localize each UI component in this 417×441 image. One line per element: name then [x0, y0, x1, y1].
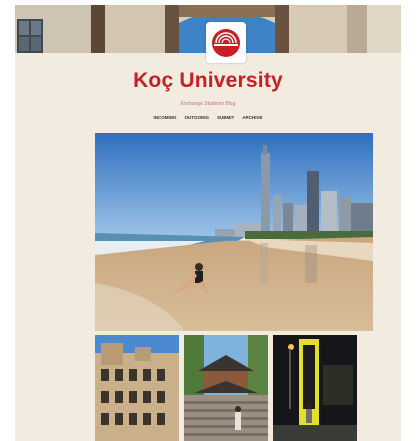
thumbnail-photo-1[interactable]	[95, 335, 179, 441]
thumbnail-photo-3[interactable]	[273, 335, 357, 441]
main-nav: INCOMING OUTGOING SUBMIT ARCHIVE	[15, 115, 401, 120]
shell-logo-icon	[212, 29, 240, 57]
site-subtitle: Exchange Students Blog	[180, 101, 236, 107]
featured-post-photo[interactable]	[95, 133, 373, 331]
site-title[interactable]: Koç University	[15, 69, 401, 93]
university-logo[interactable]	[206, 22, 246, 63]
nav-item-archive[interactable]: ARCHIVE	[242, 115, 262, 120]
nav-item-incoming[interactable]: INCOMING	[153, 115, 176, 120]
nav-item-outgoing[interactable]: OUTGOING	[184, 115, 209, 120]
thumbnail-photo-2[interactable]	[184, 335, 268, 441]
nav-item-submit[interactable]: SUBMIT	[217, 115, 234, 120]
blog-page: Koç University Exchange Students Blog IN…	[15, 5, 401, 441]
